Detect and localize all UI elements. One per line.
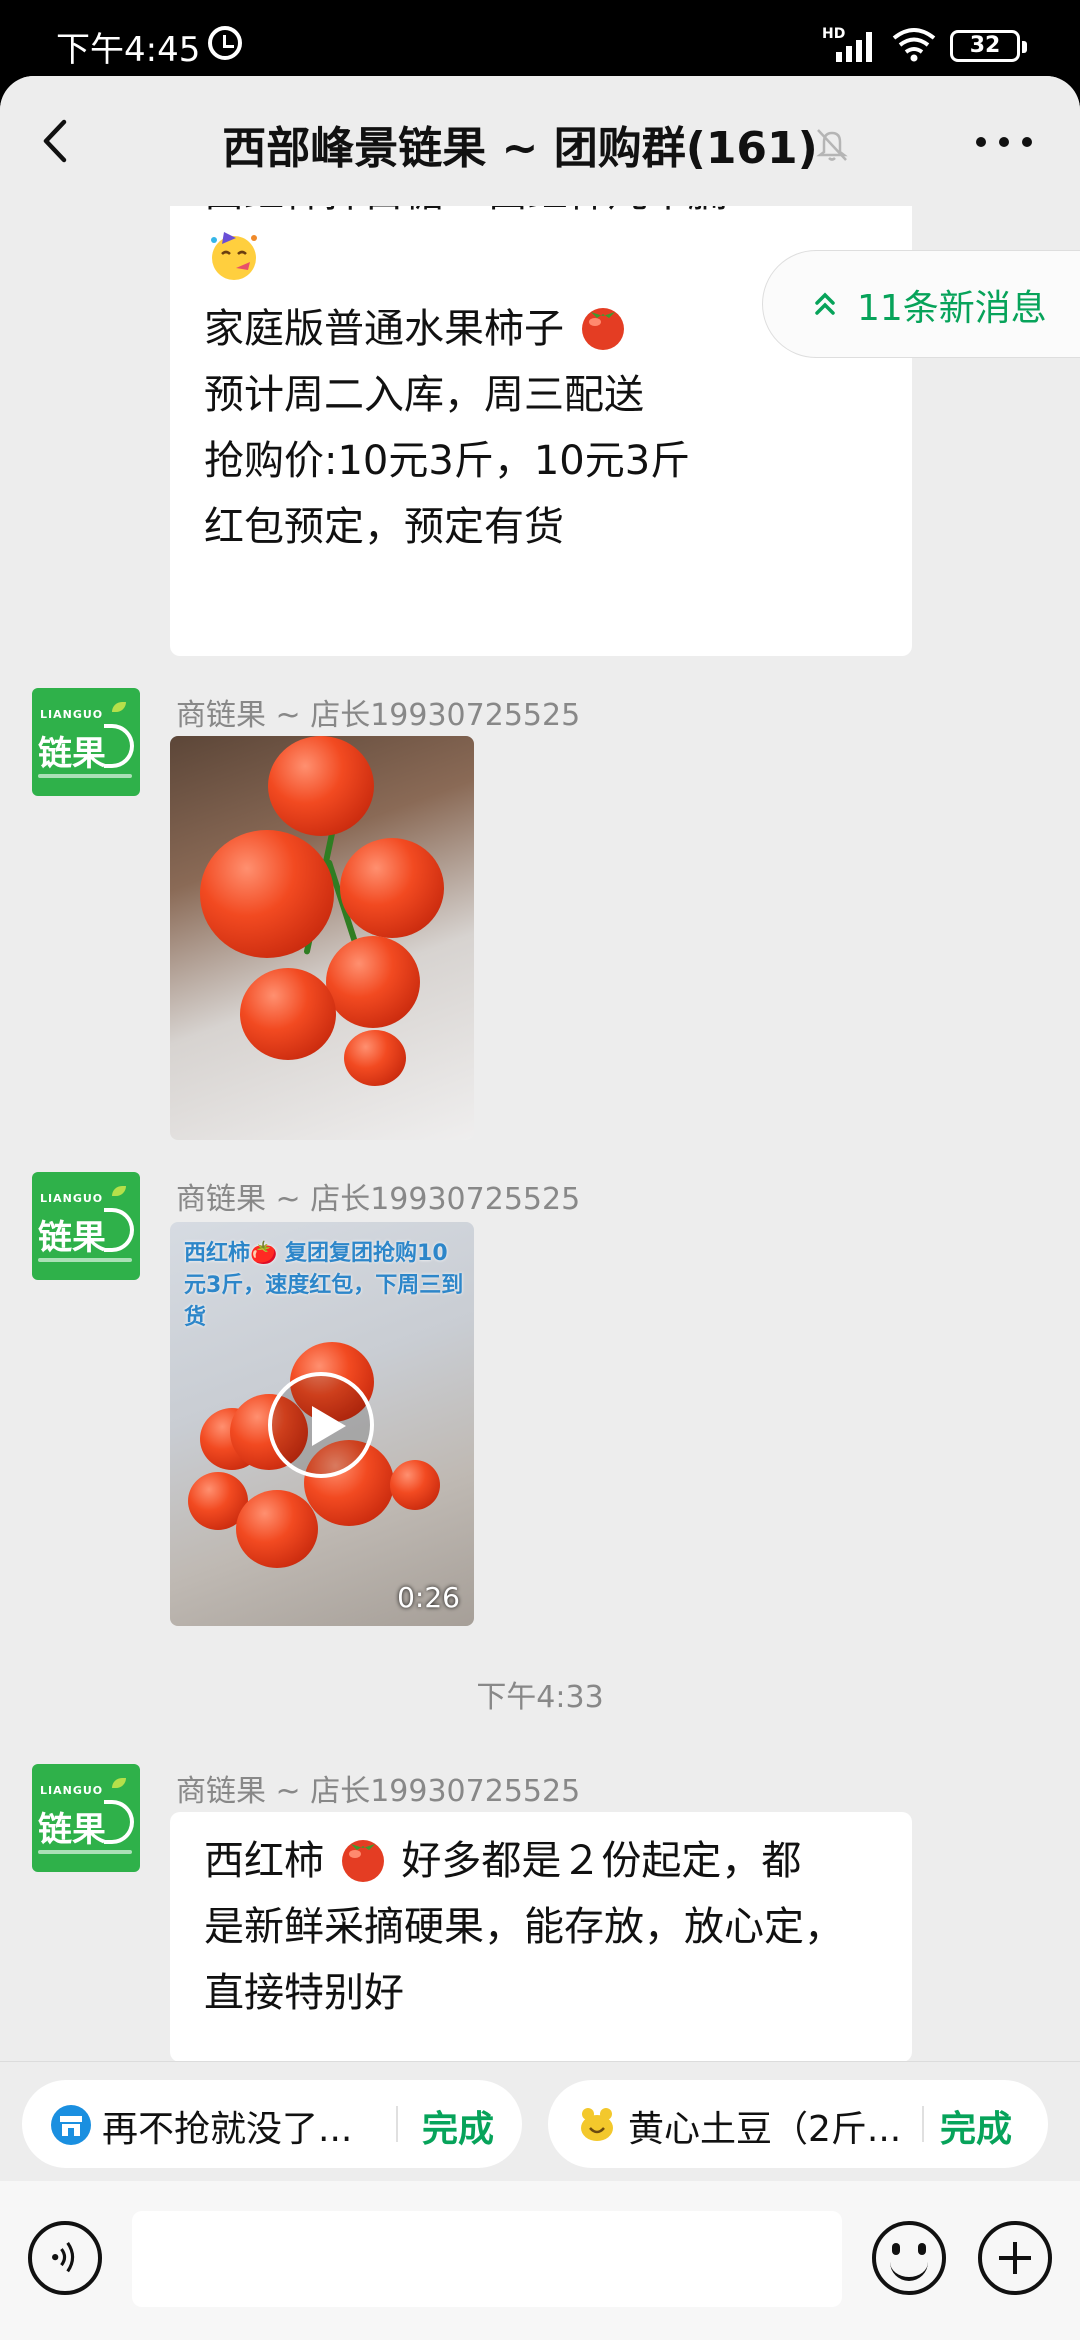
message-line: 直接特别好 bbox=[204, 1970, 404, 2016]
chat-header: 西部峰景链果 ~ 团购群(161) bbox=[0, 76, 1080, 206]
video-message[interactable]: 西红柿🍅 复团复团抢购10元3斤，速度红包，下周三到货 0:26 bbox=[170, 1222, 474, 1626]
sender-name: 商链果 ~ 店长19930725525 bbox=[176, 1182, 581, 1217]
quick-action-chip[interactable]: 再不抢就没了... 完成 bbox=[22, 2080, 522, 2168]
status-bar: 下午4:45 HD 32 bbox=[0, 0, 1080, 76]
message-input[interactable] bbox=[132, 2211, 842, 2307]
message-line: 是新鲜采摘硬果，能存放，放心定， bbox=[204, 1904, 844, 1950]
chat-screen: 西部峰景链果 ~ 团购群(161) 11条新消息 西红柿拌白糖 ! 西红柿炖牛腩 bbox=[0, 76, 1080, 2340]
tomato-emoji-icon bbox=[581, 308, 624, 350]
status-time: 下午4:45 bbox=[56, 30, 201, 70]
avatar-brand-en: LIANGUO bbox=[40, 708, 104, 721]
message-text: 西红柿 bbox=[204, 1838, 324, 1884]
battery-icon: 32 bbox=[950, 30, 1027, 62]
quick-action-done[interactable]: 完成 bbox=[422, 2100, 494, 2152]
avatar-brand-cn: 链果 bbox=[38, 734, 106, 774]
message-text: ! bbox=[457, 206, 475, 216]
avatar-brand-cn: 链果 bbox=[38, 1810, 106, 1850]
quick-action-label: 再不抢就没了... bbox=[102, 2109, 353, 2150]
avatar[interactable]: LIANGUO 链果 bbox=[32, 1172, 140, 1280]
message-text: 西红柿炖牛腩 bbox=[475, 206, 728, 216]
alarm-icon bbox=[208, 26, 242, 60]
message-timestamp: 下午4:33 bbox=[476, 1680, 604, 1715]
avatar-brand-cn: 链果 bbox=[38, 1218, 106, 1258]
new-messages-label: 11条新消息 bbox=[857, 288, 1047, 329]
message-line: 西红柿拌白糖 ! 西红柿炖牛腩 bbox=[204, 206, 878, 226]
message-line: 西红柿 好多都是２份起定，都 bbox=[204, 1828, 882, 1894]
message-line: 预计周二入库，周三配送 bbox=[204, 372, 644, 418]
video-duration: 0:26 bbox=[397, 1581, 460, 1614]
image-message[interactable] bbox=[170, 736, 474, 1140]
quick-action-label: 黄心土豆（2斤... bbox=[628, 2109, 902, 2150]
quick-action-done[interactable]: 完成 bbox=[940, 2100, 1012, 2152]
quick-action-chip[interactable]: 黄心土豆（2斤... 完成 bbox=[548, 2080, 1048, 2168]
quick-action-bar: 再不抢就没了... 完成 黄心土豆（2斤... 完成 bbox=[0, 2061, 1080, 2181]
plus-icon[interactable] bbox=[978, 2221, 1052, 2295]
wifi-icon bbox=[892, 28, 936, 62]
chevrons-up-icon bbox=[815, 292, 835, 315]
party-face-emoji-icon bbox=[211, 232, 257, 280]
play-icon[interactable] bbox=[268, 1372, 374, 1478]
avatar[interactable]: LIANGUO 链果 bbox=[32, 688, 140, 796]
sender-name: 商链果 ~ 店长19930725525 bbox=[176, 698, 581, 733]
avatar-brand-en: LIANGUO bbox=[40, 1784, 104, 1797]
message-text: 家庭版普通水果柿子 bbox=[204, 306, 564, 352]
message-text: 好多都是２份起定，都 bbox=[388, 1838, 802, 1884]
mute-bell-icon bbox=[816, 129, 848, 161]
message-text: 西红柿拌白糖 bbox=[204, 206, 444, 216]
voice-input-icon[interactable] bbox=[28, 2221, 102, 2295]
video-caption: 西红柿🍅 复团复团抢购10元3斤，速度红包，下周三到货 bbox=[184, 1241, 464, 1330]
new-messages-button[interactable]: 11条新消息 bbox=[762, 250, 1080, 358]
chat-title: 西部峰景链果 ~ 团购群(161) bbox=[222, 123, 818, 174]
market-icon bbox=[51, 2105, 91, 2145]
avatar[interactable]: LIANGUO 链果 bbox=[32, 1764, 140, 1872]
cellular-signal-icon: HD bbox=[822, 26, 880, 62]
avatar-brand-en: LIANGUO bbox=[40, 1192, 104, 1205]
battery-level: 32 bbox=[969, 33, 1001, 58]
message-list[interactable]: 西红柿拌白糖 ! 西红柿炖牛腩 家庭版普通水果柿子 bbox=[0, 206, 1080, 2061]
tomato-emoji-icon bbox=[341, 1840, 384, 1882]
input-bar bbox=[0, 2181, 1080, 2340]
potato-icon bbox=[581, 2108, 613, 2141]
message-bubble[interactable]: 西红柿 好多都是２份起定，都 是新鲜采摘硬果，能存放，放心定， 直接特别好 bbox=[170, 1812, 912, 2061]
message-line: 抢购价:10元3斤，10元3斤 bbox=[204, 438, 691, 484]
message-line: 红包预定，预定有货 bbox=[204, 504, 564, 550]
more-options-icon[interactable] bbox=[976, 132, 1032, 152]
emoji-icon[interactable] bbox=[872, 2221, 946, 2295]
sender-name: 商链果 ~ 店长19930725525 bbox=[176, 1774, 581, 1809]
